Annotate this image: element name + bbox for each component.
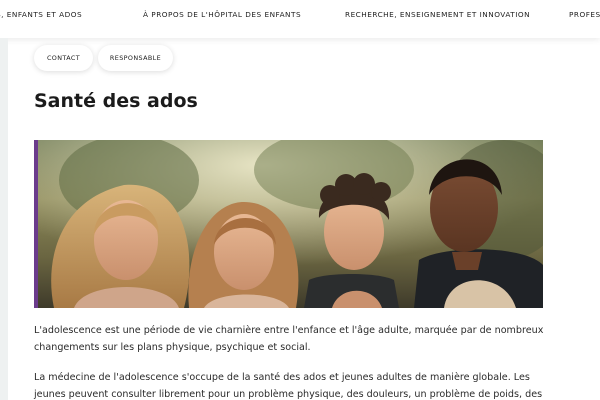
nav-item-professionnels[interactable]: PROFESS <box>569 10 600 19</box>
top-navigation: S, ENFANTS ET ADOS À PROPOS DE L'HÔPITAL… <box>0 0 600 38</box>
body-paragraph: La médecine de l'adolescence s'occupe de… <box>34 372 543 400</box>
intro-paragraph: L'adolescence est une période de vie cha… <box>34 325 544 353</box>
responsable-button[interactable]: RESPONSABLE <box>98 45 173 71</box>
hero-image <box>34 140 543 308</box>
contact-button[interactable]: CONTACT <box>34 45 93 71</box>
hero-photo-illustration <box>34 140 543 308</box>
page-title: Santé des ados <box>34 90 198 112</box>
hero-accent-bar <box>34 140 38 308</box>
nav-item-recherche[interactable]: RECHERCHE, ENSEIGNEMENT ET INNOVATION <box>345 10 530 19</box>
left-edge-bar <box>0 38 8 400</box>
nav-item-a-propos[interactable]: À PROPOS DE L'HÔPITAL DES ENFANTS <box>143 10 301 19</box>
nav-item-enfants-ados[interactable]: S, ENFANTS ET ADOS <box>0 10 82 19</box>
